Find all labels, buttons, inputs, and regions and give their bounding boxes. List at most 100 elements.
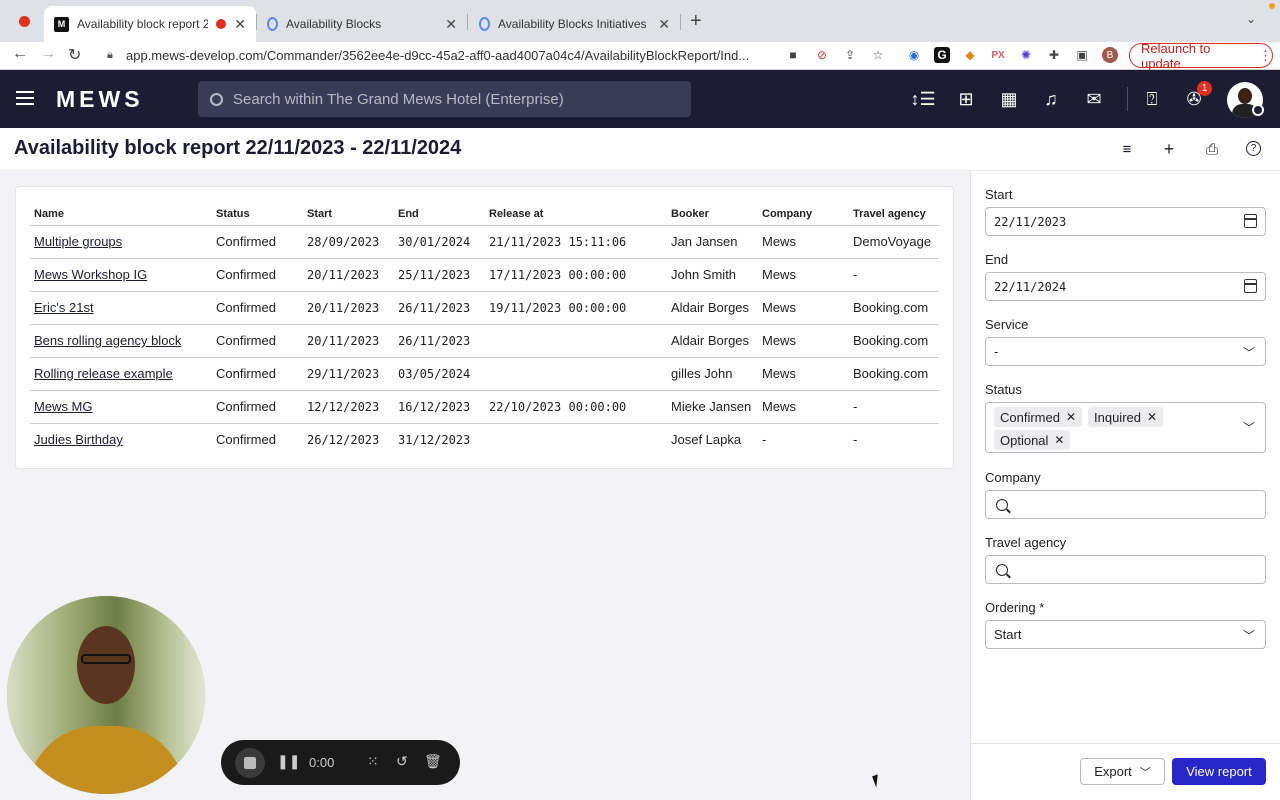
column-header-release-at[interactable]: Release at: [485, 203, 667, 226]
remove-chip-icon[interactable]: ✕: [1054, 433, 1064, 447]
profile-avatar[interactable]: B: [1102, 47, 1118, 63]
column-header-company[interactable]: Company: [758, 203, 849, 226]
calendar-icon[interactable]: ▦: [997, 87, 1021, 111]
block-name-link[interactable]: Multiple groups: [30, 225, 212, 259]
restart-icon[interactable]: ↺: [396, 753, 408, 770]
back-arrow-icon[interactable]: ←: [12, 45, 28, 63]
password-extension-icon[interactable]: ◉: [906, 47, 922, 63]
column-header-booker[interactable]: Booker: [667, 203, 758, 226]
start-date-field[interactable]: 22/11/2023: [985, 207, 1266, 236]
drag-grid-icon[interactable]: ⁙: [367, 753, 379, 770]
view-report-button[interactable]: View report: [1172, 758, 1266, 785]
chevron-down-icon[interactable]: ﹀: [1243, 419, 1255, 436]
service-select[interactable]: - ﹀: [985, 337, 1266, 366]
browser-tab-report[interactable]: M Availability block report 22/ ✕: [44, 6, 256, 42]
page-title: Availability block report 22/11/2023 - 2…: [14, 137, 462, 159]
bookmark-star-icon[interactable]: ☆: [870, 47, 886, 63]
report-card: Name Status Start End Release at Booker …: [15, 186, 954, 469]
px-extension-icon[interactable]: PX: [990, 47, 1006, 63]
status-cell: Confirmed: [212, 258, 303, 292]
export-button[interactable]: Export ﹀: [1080, 758, 1165, 785]
stop-recording-button[interactable]: [235, 748, 265, 778]
browser-tab-initiatives[interactable]: Availability Blocks Initiatives ✕: [469, 6, 680, 42]
relaunch-button[interactable]: Relaunch to update ⋮: [1129, 41, 1273, 71]
block-name-link[interactable]: Eric's 21st: [30, 291, 212, 325]
side-panel-icon[interactable]: ▣: [1074, 47, 1090, 63]
ordering-select[interactable]: Start ﹀: [985, 620, 1266, 649]
bell-icon[interactable]: ♫: [1039, 87, 1063, 111]
remove-chip-icon[interactable]: ✕: [1147, 410, 1157, 424]
status-cell: Confirmed: [212, 291, 303, 325]
start-cell: 20/11/2023: [303, 324, 394, 358]
close-tab-icon[interactable]: ✕: [658, 16, 670, 33]
add-square-icon[interactable]: ⊞: [954, 87, 978, 111]
share-icon[interactable]: ⇪: [842, 47, 858, 63]
travel-agency-search-field[interactable]: [985, 555, 1266, 584]
status-chip-inquired: Inquired ✕: [1088, 407, 1164, 427]
reload-icon[interactable]: ↻: [68, 45, 81, 65]
company-search-field[interactable]: [985, 490, 1266, 519]
end-cell: 30/01/2024: [394, 225, 485, 259]
sparkle-extension-icon[interactable]: ✺: [1018, 47, 1034, 63]
column-header-travel-agency[interactable]: Travel agency: [849, 203, 939, 226]
company-cell: Mews: [758, 291, 849, 325]
block-name-link[interactable]: Bens rolling agency block: [30, 324, 212, 358]
column-header-end[interactable]: End: [394, 203, 485, 226]
grammarly-extension-icon[interactable]: G: [934, 47, 950, 63]
column-header-start[interactable]: Start: [303, 203, 394, 226]
filter-icon[interactable]: ≡: [1118, 140, 1136, 158]
start-cell: 20/11/2023: [303, 258, 394, 292]
end-cell: 26/11/2023: [394, 324, 485, 358]
column-header-status[interactable]: Status: [212, 203, 303, 226]
browser-tab-availability-blocks[interactable]: Availability Blocks ✕: [257, 6, 467, 42]
company-cell: Mews: [758, 324, 849, 358]
start-cell: 28/09/2023: [303, 225, 394, 259]
block-name-link[interactable]: Mews Workshop IG: [30, 258, 212, 292]
agency-cell: -: [849, 258, 939, 292]
block-name-link[interactable]: Rolling release example: [30, 357, 212, 391]
calendar-icon[interactable]: [1244, 214, 1257, 228]
lock-icon[interactable]: 🔒︎: [107, 49, 113, 62]
start-cell: 20/11/2023: [303, 291, 394, 325]
close-tab-icon[interactable]: ✕: [234, 16, 246, 33]
global-search-input[interactable]: Search within The Grand Mews Hotel (Ente…: [198, 81, 691, 117]
extensions-puzzle-icon[interactable]: ✚: [1046, 47, 1062, 63]
print-icon[interactable]: ⎙: [1203, 140, 1221, 158]
tab-search-chevron-icon[interactable]: ⌄: [1246, 12, 1256, 26]
webcam-bubble[interactable]: [7, 596, 205, 794]
search-icon: [210, 92, 223, 106]
table-row: Eric's 21st Confirmed 20/11/2023 26/11/2…: [30, 291, 939, 325]
tab-title: Availability Blocks: [286, 17, 382, 31]
table-row: Multiple groups Confirmed 28/09/2023 30/…: [30, 225, 939, 259]
close-tab-icon[interactable]: ✕: [445, 16, 457, 33]
camera-icon[interactable]: ■: [785, 47, 801, 63]
remove-chip-icon[interactable]: ✕: [1066, 410, 1076, 424]
column-header-name[interactable]: Name: [30, 203, 212, 226]
calendar-icon[interactable]: [1244, 279, 1257, 293]
mail-icon[interactable]: ✉: [1082, 87, 1106, 111]
forward-arrow-icon[interactable]: →: [40, 45, 56, 63]
block-name-link[interactable]: Judies Birthday: [30, 423, 212, 456]
start-date-value: 22/11/2023: [994, 214, 1067, 229]
sort-lines-icon[interactable]: ↕☰: [910, 87, 935, 111]
status-multiselect[interactable]: Confirmed ✕ Inquired ✕ Optional ✕ ﹀: [985, 402, 1266, 453]
mews-logo[interactable]: MEWS: [56, 86, 144, 113]
url-field[interactable]: app.mews-develop.com/Commander/3562ee4e-…: [126, 48, 776, 63]
pause-icon[interactable]: ❚❚: [277, 753, 300, 770]
company-cell: Mews: [758, 357, 849, 391]
end-date-field[interactable]: 22/11/2024: [985, 272, 1266, 301]
block-name-link[interactable]: Mews MG: [30, 390, 212, 424]
menu-hamburger-icon[interactable]: [16, 91, 34, 105]
help-icon[interactable]: ?: [1246, 141, 1261, 156]
new-tab-button[interactable]: +: [690, 10, 702, 33]
add-icon[interactable]: +: [1160, 139, 1178, 159]
chip-label: Optional: [1000, 432, 1049, 448]
app-header: MEWS Search within The Grand Mews Hotel …: [0, 70, 1280, 128]
blocked-icon[interactable]: ⊘: [814, 47, 830, 63]
trash-icon[interactable]: 🗑︎: [424, 753, 442, 770]
color-extension-icon[interactable]: ◆: [962, 47, 978, 63]
user-status-dot-icon: [1252, 104, 1264, 116]
company-cell: Mews: [758, 390, 849, 424]
help-chat-icon[interactable]: ⍰: [1140, 87, 1164, 111]
travel-agency-label: Travel agency: [985, 535, 1067, 550]
